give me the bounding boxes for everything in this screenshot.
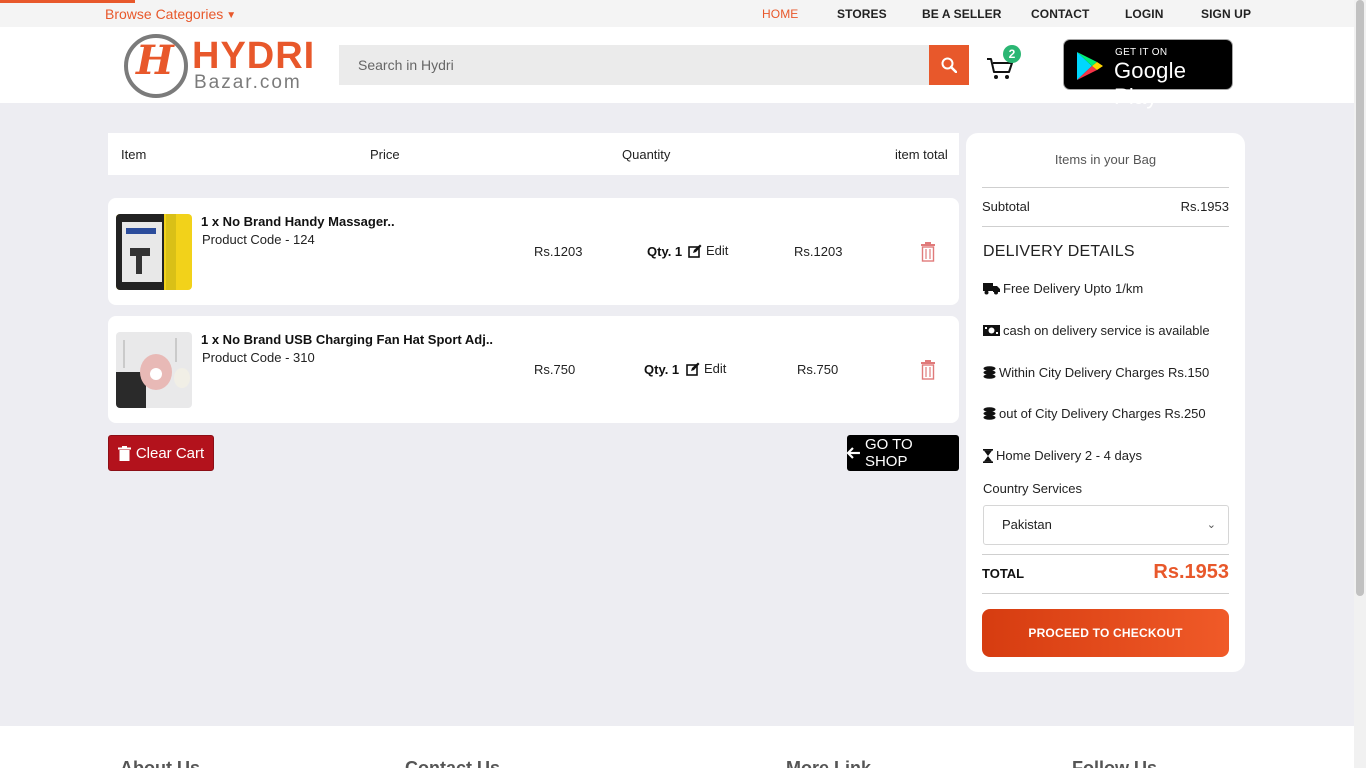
logo-mark: H [136,37,174,84]
product-name[interactable]: 1 x No Brand USB Charging Fan Hat Sport … [201,332,493,347]
divider [982,187,1229,188]
go-to-shop-label: GO TO SHOP [864,436,913,470]
summary-title: Items in your Bag [1054,152,1157,167]
clear-cart-button[interactable]: Clear Cart [108,435,214,471]
arrow-left-icon [847,447,860,459]
country-select[interactable]: Pakistan ⌄ [983,505,1229,545]
cart-count-badge: 2 [1003,45,1021,63]
logo-text-bottom: Bazar.com [194,72,302,93]
header-quantity: Quantity [622,147,671,162]
header-price: Price [370,147,400,162]
product-item-total: Rs.1203 [794,244,843,259]
subtotal-label: Subtotal [982,199,1030,214]
product-code: Product Code - 124 [202,232,315,247]
order-summary-panel: Items in your Bag Subtotal Rs.1953 DELIV… [966,133,1245,672]
product-item-total: Rs.750 [797,362,839,377]
product-quantity: Qty. 1 [644,362,680,377]
clear-cart-label: Clear Cart [135,444,205,462]
hourglass-icon [983,448,993,463]
product-code: Product Code - 310 [202,350,315,365]
site-footer: About Us Contact Us More Link Follow Us [0,726,1354,768]
footer-title-about: About Us [120,758,200,768]
delivery-info-text: cash on delivery service is available [1003,323,1210,338]
trash-icon[interactable] [919,242,937,262]
country-services-label: Country Services [983,481,1082,496]
chevron-down-icon: ⌄ [1206,519,1216,531]
nav-login[interactable]: LOGIN [1125,7,1164,21]
nav-contact[interactable]: CONTACT [1031,7,1089,21]
nav-home[interactable]: HOME [762,7,798,21]
edit-button[interactable]: Edit [688,243,728,258]
delivery-info-item: Home Delivery 2 - 4 days [983,448,1142,463]
country-select-value: Pakistan [1002,517,1052,532]
edit-icon [686,362,700,376]
proceed-to-checkout-button[interactable]: PROCEED TO CHECKOUT [982,609,1229,657]
search-button[interactable] [929,45,969,85]
delivery-info-text: Free Delivery Upto 1/km [1003,281,1144,296]
edit-icon [688,244,702,258]
delivery-info-text: out of City Delivery Charges Rs.250 [999,406,1206,421]
go-to-shop-button[interactable]: GO TO SHOP [847,435,959,471]
browse-categories-label: Browse Categories [105,6,224,22]
delivery-info-item: Free Delivery Upto 1/km [983,281,1143,296]
cart-row: 1 x No Brand USB Charging Fan Hat Sport … [108,316,959,423]
chevron-down-icon: ▼ [226,10,237,21]
nav-sign-up[interactable]: SIGN UP [1201,7,1251,21]
money-icon [983,325,1000,336]
product-price: Rs.1203 [534,244,583,259]
divider [982,593,1229,594]
top-bar: Browse Categories ▼ HOME STORES BE A SELL… [0,0,1354,27]
trash-icon [117,445,131,461]
subtotal-value: Rs.1953 [1180,199,1229,214]
product-name[interactable]: 1 x No Brand Handy Massager.. [201,214,395,229]
coins-icon [983,366,996,379]
google-play-button[interactable]: GET IT ON Google Play [1063,39,1233,109]
total-label: TOTAL [982,566,1025,581]
footer-title-contact: Contact Us [405,758,501,768]
header-item-total: item total [895,147,948,162]
delivery-info-text: Within City Delivery Charges Rs.150 [999,365,1210,380]
browse-categories-menu[interactable]: Browse Categories ▼ [105,6,236,22]
edit-label: Edit [706,243,729,258]
product-quantity: Qty. 1 [647,244,683,259]
total-value: Rs.1953 [1153,561,1229,583]
cart-table-header: Item Price Quantity item total [108,133,959,175]
product-image[interactable] [116,214,192,290]
site-logo[interactable]: H HYDRI Bazar.com [124,32,314,98]
header-item: Item [121,147,147,162]
delivery-details-title: DELIVERY DETAILS [983,243,1135,260]
search-icon [941,57,957,73]
google-play-caption: GET IT ON [1115,47,1168,58]
product-image[interactable] [116,332,192,408]
divider [982,226,1229,227]
search-input[interactable] [339,45,929,85]
trash-icon[interactable] [919,360,937,380]
footer-title-follow: Follow Us [1072,758,1157,768]
google-play-label: Google Play [1114,58,1187,109]
cart-row: 1 x No Brand Handy Massager.. Product Co… [108,198,959,305]
nav-stores[interactable]: STORES [837,7,887,21]
coins-icon [983,407,996,420]
truck-icon [983,283,1000,295]
google-play-icon [1077,52,1103,80]
site-header: H HYDRI Bazar.com 2 GET IT ON Google Pla… [0,27,1354,109]
nav-be-a-seller[interactable]: BE A SELLER [922,7,1002,21]
page-scrollbar[interactable] [1354,0,1366,768]
edit-label: Edit [704,361,727,376]
delivery-info-item: Within City Delivery Charges Rs.150 [983,365,1209,380]
scrollbar-thumb[interactable] [1356,0,1364,596]
footer-title-more-link: More Link [786,758,872,768]
divider [982,554,1229,555]
delivery-info-item: cash on delivery service is available [983,323,1210,338]
product-price: Rs.750 [534,362,576,377]
checkout-label: PROCEED TO CHECKOUT [1028,626,1183,640]
delivery-info-item: out of City Delivery Charges Rs.250 [983,406,1206,421]
top-accent-line [0,0,135,3]
delivery-info-text: Home Delivery 2 - 4 days [996,448,1142,463]
edit-button[interactable]: Edit [686,361,726,376]
cart-button[interactable]: 2 [985,45,1025,85]
